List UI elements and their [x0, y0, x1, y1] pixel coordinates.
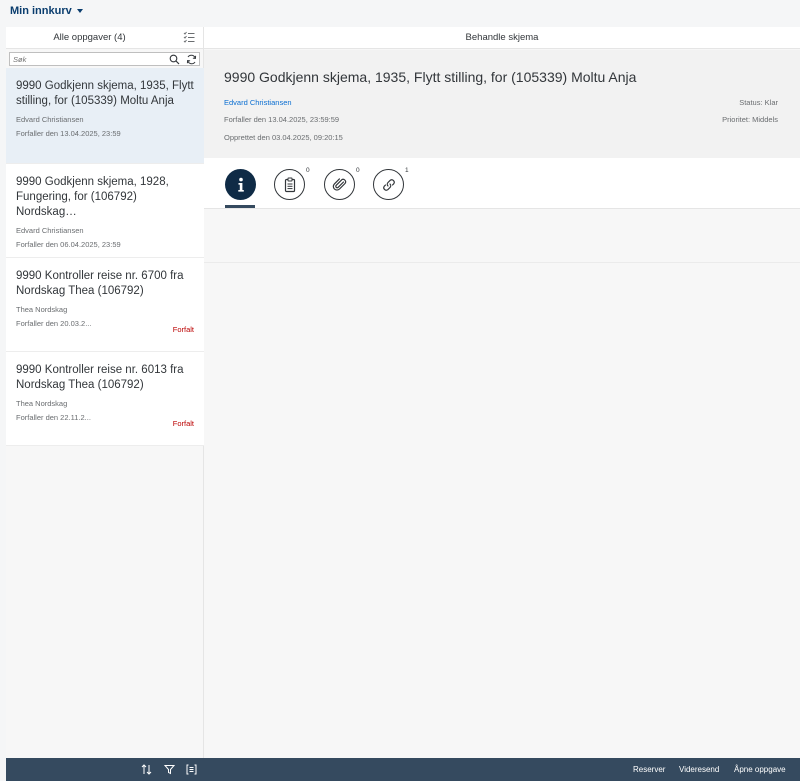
task-list-panel: Alle oppgaver (4) 9990 Godkjenn skjema, …: [6, 27, 204, 781]
task-title: 9990 Kontroller reise nr. 6700 fra Nords…: [16, 270, 184, 297]
tab-content: [204, 209, 800, 263]
info-icon: [237, 177, 244, 192]
icon-tab-bar: 0 0 1: [204, 158, 800, 209]
links-count: 1: [405, 167, 409, 174]
inbox-title: Min innkurv: [10, 5, 72, 17]
open-task-button[interactable]: Åpne oppgave: [734, 765, 786, 774]
attachments-count: 0: [356, 167, 360, 174]
caret-down-icon: [76, 9, 83, 13]
inbox-menu[interactable]: Min innkurv: [10, 5, 83, 17]
task-list: 9990 Godkjenn skjema, 1935, Flytt stilli…: [6, 68, 204, 446]
task-title: 9990 Kontroller reise nr. 6013 fra Nords…: [16, 364, 184, 391]
overdue-status: Forfalt: [172, 419, 194, 428]
task-item[interactable]: 9990 Kontroller reise nr. 6013 fra Nords…: [6, 352, 204, 446]
task-list-footer: [6, 758, 204, 781]
task-priority: Prioritet: Middels: [722, 115, 778, 124]
tab-info[interactable]: [225, 169, 256, 200]
task-detail-created: Opprettet den 03.04.2025, 09:20:15: [224, 133, 343, 142]
active-tab-indicator: [225, 205, 255, 208]
sort-icon[interactable]: [141, 764, 152, 775]
task-due: Forfaller den 22.11.2...: [16, 413, 91, 422]
search-field[interactable]: [9, 52, 200, 66]
task-author: Edvard Christiansen: [16, 115, 84, 124]
task-due: Forfaller den 06.04.2025, 23:59: [16, 240, 121, 249]
forward-button[interactable]: Videresend: [679, 765, 719, 774]
task-author: Edvard Christiansen: [16, 226, 84, 235]
top-bar: Min innkurv: [0, 0, 800, 20]
task-item[interactable]: 9990 Godkjenn skjema, 1928, Fungering, f…: [6, 164, 204, 258]
detail-header: Behandle skjema: [204, 27, 800, 49]
task-detail-title: 9990 Godkjenn skjema, 1935, Flytt stilli…: [224, 69, 637, 85]
tab-attachments[interactable]: 0: [324, 167, 360, 200]
attachment-icon: [332, 177, 346, 191]
task-list-header: Alle oppgaver (4): [6, 27, 203, 49]
link-icon: [382, 178, 395, 191]
tab-notes[interactable]: 0: [274, 167, 310, 200]
detail-footer-toolbar: Reserver Videresend Åpne oppgave: [204, 758, 800, 781]
reserve-button[interactable]: Reserver: [633, 765, 665, 774]
notes-count: 0: [306, 167, 310, 174]
task-list-title: Alle oppgaver (4): [53, 32, 126, 43]
notes-icon: [284, 177, 295, 192]
group-icon[interactable]: [186, 764, 197, 775]
task-item[interactable]: 9990 Kontroller reise nr. 6700 fra Nords…: [6, 258, 204, 352]
task-author: Thea Nordskag: [16, 305, 68, 314]
object-header: 9990 Godkjenn skjema, 1935, Flytt stilli…: [204, 50, 800, 158]
search-input[interactable]: [13, 54, 153, 65]
search-icon[interactable]: [169, 54, 180, 65]
task-title: 9990 Godkjenn skjema, 1935, Flytt stilli…: [16, 80, 194, 107]
task-title: 9990 Godkjenn skjema, 1928, Fungering, f…: [16, 176, 169, 218]
task-item[interactable]: 9990 Godkjenn skjema, 1935, Flytt stilli…: [6, 68, 204, 164]
task-detail-due: Forfaller den 13.04.2025, 23:59:59: [224, 115, 340, 124]
task-status: Status: Klar: [739, 98, 778, 107]
task-author: Thea Nordskag: [16, 399, 68, 408]
task-detail-panel: Behandle skjema 9990 Godkjenn skjema, 19…: [204, 27, 800, 781]
task-due: Forfaller den 20.03.2...: [16, 319, 92, 328]
filter-icon[interactable]: [164, 764, 175, 775]
tab-links[interactable]: 1: [373, 167, 409, 200]
refresh-icon[interactable]: [186, 54, 197, 65]
task-due: Forfaller den 13.04.2025, 23:59: [16, 129, 121, 138]
overdue-status: Forfalt: [172, 325, 194, 334]
task-creator-link[interactable]: Edvard Christiansen: [224, 98, 292, 107]
sort-list-icon[interactable]: [183, 31, 195, 44]
